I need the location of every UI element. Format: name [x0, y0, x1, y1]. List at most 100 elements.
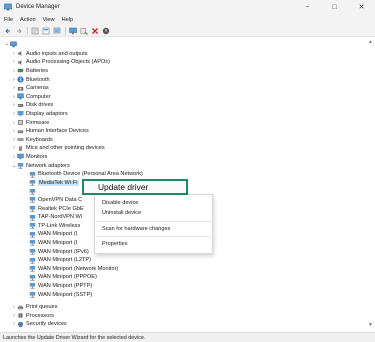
tree-category[interactable]: › Processors: [11, 312, 54, 321]
menu-scan-hardware[interactable]: Scan for hardware changes: [102, 226, 170, 232]
title-bar: Device Manager − □ ✕: [0, 0, 375, 14]
tree-device-label: WAN Miniport (Network Monitor): [38, 265, 119, 272]
tree-category[interactable]: › Batteries: [11, 67, 48, 76]
tree-device[interactable]: WAN Miniport (I: [29, 239, 77, 248]
tree-device-label: Realtek PCIe GbE: [38, 205, 84, 212]
update-driver-icon[interactable]: [79, 26, 88, 35]
audio-icon: [18, 59, 22, 65]
tree-device[interactable]: WAN Miniport (Network Monitor): [29, 265, 118, 274]
tree-device[interactable]: WAN Miniport (I: [29, 230, 77, 239]
tree-device[interactable]: WAN Miniport (IPv6): [29, 247, 89, 256]
tree-device[interactable]: WAN Miniport (PPPOE): [29, 273, 97, 282]
tree-category-label: Batteries: [26, 67, 49, 74]
computer-icon: [17, 93, 24, 100]
tree-device[interactable]: WAN Miniport (L2TP): [29, 256, 91, 265]
tree-category[interactable]: › Disk drives: [11, 101, 53, 110]
tree-device-label: TP-Link Wireless: [38, 222, 81, 229]
tree-device-label: WAN Miniport (PPTP): [38, 282, 93, 289]
window-controls: − □ ✕: [294, 0, 375, 14]
forward-icon[interactable]: [14, 26, 23, 35]
network-adapter-icon: [29, 171, 36, 178]
tree-device[interactable]: TAP-NordVPN Wi: [29, 213, 82, 222]
menu-action[interactable]: Action: [20, 17, 36, 23]
processor-icon: [18, 313, 23, 318]
update-driver-menu-item[interactable]: Update driver: [82, 179, 188, 195]
menu-uninstall-device[interactable]: Uninstall device: [102, 210, 141, 216]
tree-category[interactable]: › Bluetooth: [11, 75, 50, 84]
tree-category-label: Computer: [26, 93, 51, 100]
network-adapter-icon: [29, 223, 36, 229]
menu-properties[interactable]: Properties: [102, 241, 128, 247]
tree-category[interactable]: › Display adaptors: [11, 110, 68, 119]
audio-icon: [18, 51, 22, 57]
back-icon[interactable]: [3, 26, 12, 35]
network-adapter-icon: [29, 180, 36, 186]
tree-category[interactable]: › Keyboards: [11, 136, 53, 145]
properties-icon[interactable]: [30, 26, 39, 35]
tree-device[interactable]: Bluetooth Device (Personal Area Network): [29, 170, 143, 179]
tree-device[interactable]: WAN Miniport (PPTP): [29, 282, 92, 291]
tree-category-label: Human Interface Devices: [26, 128, 89, 135]
printer-icon: [17, 304, 24, 311]
help-icon[interactable]: [41, 26, 50, 35]
tree-category-label: Display adaptors: [26, 110, 68, 117]
menu-help[interactable]: Help: [62, 17, 74, 23]
menu-view[interactable]: View: [43, 17, 55, 23]
tree-category[interactable]: › Computer: [11, 93, 51, 102]
tree-category-label: Network adapters: [26, 162, 70, 169]
camera-icon: [17, 86, 24, 91]
tree-category-label: Audio inputs and outputs: [26, 50, 88, 57]
network-adapter-icon: [29, 266, 36, 272]
tree-category-label: Security devices: [26, 321, 67, 328]
firmware-icon: [18, 120, 23, 126]
tree-device-label: WAN Miniport (I: [38, 231, 78, 238]
tree-device-selected[interactable]: MediaTek Wi-Fi: [29, 179, 79, 188]
tree-category[interactable]: › Audio Processing Objects (APOs): [11, 58, 110, 67]
tree-device-label: WAN Miniport (L2TP): [38, 257, 91, 264]
tree-device[interactable]: WAN Miniport (SSTP): [29, 290, 92, 299]
keyboard-icon: [17, 138, 24, 142]
minimize-button[interactable]: −: [294, 0, 321, 14]
tree-category[interactable]: › Human Interface Devices: [11, 127, 89, 136]
scroll-up-icon[interactable]: ▲: [368, 39, 373, 45]
network-adapter-icon: [29, 231, 36, 238]
menu-file[interactable]: File: [4, 17, 13, 23]
security-icon: [18, 321, 23, 328]
network-adapter-icon: [29, 283, 36, 289]
tree-category-expanded[interactable]: ⌄ Network adapters: [11, 161, 70, 170]
tree-device[interactable]: [29, 187, 38, 196]
network-adapter-icon: [29, 206, 36, 212]
menu-divider: [96, 221, 211, 222]
tree-category[interactable]: › Cameras: [11, 84, 49, 93]
tree-device[interactable]: OpenVPN Data C: [29, 196, 82, 205]
tree-root[interactable]: ⌄: [4, 40, 19, 49]
tree-device-label: MediaTek Wi-Fi: [38, 179, 79, 186]
tree-category[interactable]: › Audio inputs and outputs: [11, 50, 88, 59]
tree-device-label: OpenVPN Data C: [38, 196, 83, 203]
tree-category[interactable]: › Security devices: [11, 320, 67, 329]
disable-device-icon[interactable]: [101, 26, 110, 35]
scan-icon[interactable]: [52, 26, 61, 35]
window-title: Device Manager: [16, 4, 60, 10]
tree-category-label: Bluetooth: [26, 76, 50, 83]
tree-category[interactable]: › Monitors: [11, 153, 47, 162]
tree-device[interactable]: TP-Link Wireless: [29, 222, 80, 231]
tree-device[interactable]: Realtek PCIe GbE: [29, 204, 84, 213]
display-icon: [17, 111, 24, 117]
close-button[interactable]: ✕: [348, 0, 375, 14]
network-adapter-icon: [29, 292, 36, 298]
menu-divider: [96, 236, 211, 237]
menu-bar: File Action View Help: [0, 14, 375, 25]
maximize-button[interactable]: □: [321, 0, 348, 14]
scroll-down-icon[interactable]: ▼: [368, 322, 373, 328]
tree-device-label: Bluetooth Device (Personal Area Network): [38, 171, 143, 178]
remove-device-icon[interactable]: [90, 26, 99, 35]
menu-disable-device[interactable]: Disable device: [102, 200, 138, 206]
tree-category[interactable]: › Firmware: [11, 118, 49, 127]
tree-device-label: WAN Miniport (SSTP): [38, 291, 93, 298]
tree-category[interactable]: › Mice and other pointing devices: [11, 144, 105, 153]
monitor-icon[interactable]: [68, 26, 77, 35]
tree-category-label: Monitors: [26, 153, 48, 160]
network-adapter-icon: [29, 274, 36, 281]
tree-category[interactable]: › Print queues: [11, 303, 57, 312]
